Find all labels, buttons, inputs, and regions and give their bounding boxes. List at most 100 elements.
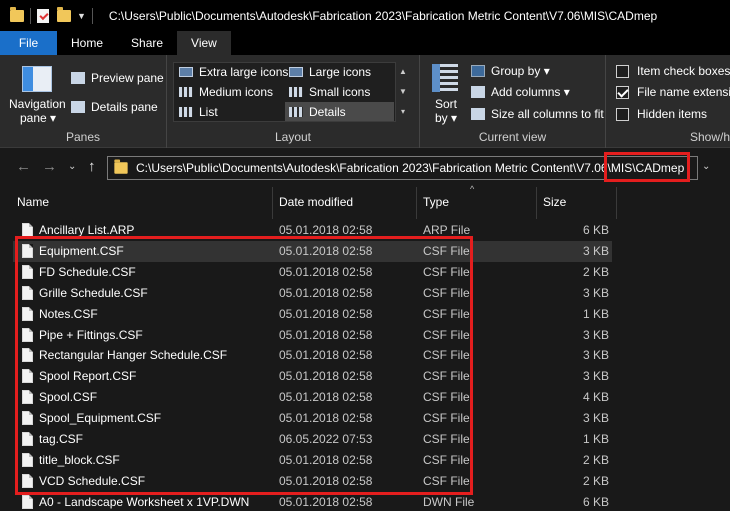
- details-pane-icon: [71, 101, 85, 113]
- details-pane-label: Details pane: [91, 100, 158, 114]
- group-by-icon: [471, 65, 485, 77]
- expand-gallery-icon[interactable]: ▾: [396, 102, 410, 122]
- address-path[interactable]: C:\Users\Public\Documents\Autodesk\Fabri…: [136, 161, 684, 175]
- size-columns-icon: [471, 108, 485, 120]
- small-icons-option[interactable]: Small icons: [289, 85, 370, 99]
- size-all-columns-label: Size all columns to fit: [491, 107, 604, 121]
- tab-view[interactable]: View: [177, 31, 231, 55]
- ribbon: Navigation pane ▾ Preview pane Details p…: [0, 55, 730, 148]
- sort-by-icon[interactable]: [432, 64, 458, 92]
- file-name-extensions-toggle[interactable]: File name extensio: [616, 85, 730, 99]
- folder-icon: [114, 159, 128, 174]
- quick-access-toolbar: ▼: [10, 6, 99, 24]
- add-columns-button[interactable]: Add columns ▾: [471, 85, 570, 99]
- back-arrow-icon[interactable]: ←: [16, 158, 31, 175]
- separator: [91, 7, 93, 24]
- window-title: C:\Users\Public\Documents\Autodesk\Fabri…: [108, 8, 658, 23]
- navigation-pane-dropdown[interactable]: pane ▾: [20, 111, 56, 125]
- up-arrow-icon[interactable]: ↑: [88, 158, 96, 175]
- column-header-name[interactable]: Name: [10, 187, 272, 219]
- file-size: 3 KB: [582, 285, 609, 300]
- large-icons-label: Large icons: [309, 65, 372, 79]
- preview-pane-icon: [71, 72, 85, 84]
- layout-group-label: Layout: [274, 130, 312, 144]
- recent-locations-chevron-down-icon[interactable]: ⌄: [68, 161, 76, 172]
- new-folder-icon[interactable]: [57, 6, 71, 22]
- extra-large-icons-option[interactable]: Extra large icons: [179, 65, 288, 79]
- column-header-size[interactable]: Size: [536, 187, 616, 219]
- medium-icons-icon: [179, 87, 193, 97]
- address-dropdown-chevron-down-icon[interactable]: ⌄: [702, 161, 710, 172]
- file-icon: [22, 494, 33, 509]
- details-icon: [289, 107, 303, 117]
- list-option[interactable]: List: [179, 105, 218, 119]
- column-header-row: Name Date modified Type Size ^: [0, 184, 730, 219]
- list-label: List: [199, 105, 218, 119]
- file-size: 3 KB: [582, 369, 609, 384]
- sort-by-button[interactable]: Sort: [435, 97, 457, 111]
- tab-file[interactable]: File: [0, 31, 57, 55]
- file-size: 2 KB: [582, 473, 609, 488]
- hidden-items-checkbox[interactable]: [616, 107, 629, 121]
- tab-home[interactable]: Home: [57, 31, 117, 55]
- separator: [30, 7, 31, 24]
- folder-icon: [10, 6, 24, 22]
- file-size: 1 KB: [582, 306, 609, 321]
- file-size: 6 KB: [582, 494, 609, 509]
- current-view-group-label: Current view: [478, 130, 547, 144]
- address-highlight-box: [604, 152, 690, 182]
- extra-large-icons-label: Extra large icons: [199, 65, 289, 79]
- customize-toolbar-chevron-down-icon[interactable]: ▼: [77, 11, 86, 21]
- details-option[interactable]: Details: [289, 105, 346, 119]
- file-size: 2 KB: [582, 452, 609, 467]
- column-divider[interactable]: [616, 187, 617, 219]
- tab-share[interactable]: Share: [117, 31, 177, 55]
- navigation-pane-button[interactable]: Navigation: [9, 97, 66, 111]
- item-check-boxes-label: Item check boxes: [637, 64, 730, 78]
- medium-icons-option[interactable]: Medium icons: [179, 85, 273, 99]
- file-name-extensions-checkbox[interactable]: [616, 85, 629, 99]
- group-by-button[interactable]: Group by ▾: [471, 64, 550, 78]
- show-hide-group: Item check boxes File name extensio Hidd…: [606, 55, 730, 148]
- show-hide-group-label: Show/h: [690, 130, 730, 144]
- file-size: 1 KB: [582, 432, 609, 446]
- sort-by-dropdown[interactable]: by ▾: [435, 111, 457, 125]
- file-size: 2 KB: [582, 264, 609, 279]
- file-size: 3 KB: [582, 243, 609, 258]
- small-icons-label: Small icons: [309, 85, 371, 99]
- properties-icon[interactable]: [37, 8, 49, 23]
- column-header-date-modified[interactable]: Date modified: [272, 187, 416, 219]
- list-icon: [179, 107, 193, 117]
- scroll-down-icon[interactable]: ▼: [396, 82, 410, 102]
- file-name-extensions-label: File name extensio: [637, 85, 730, 99]
- details-label: Details: [309, 105, 346, 119]
- details-pane-button[interactable]: Details pane: [71, 100, 158, 114]
- ribbon-tabs: File Home Share View: [0, 31, 730, 55]
- item-check-boxes-checkbox[interactable]: [616, 64, 629, 78]
- navigation-pane-icon[interactable]: [22, 66, 52, 92]
- file-size: 4 KB: [582, 390, 609, 405]
- large-icons-icon: [289, 67, 303, 77]
- extra-large-icons-icon: [179, 67, 193, 77]
- large-icons-option[interactable]: Large icons: [289, 65, 371, 79]
- preview-pane-label: Preview pane: [91, 71, 164, 85]
- forward-arrow-icon[interactable]: →: [42, 158, 57, 175]
- scroll-up-icon[interactable]: ▲: [396, 62, 410, 82]
- title-bar: ▼ C:\Users\Public\Documents\Autodesk\Fab…: [0, 0, 730, 31]
- size-all-columns-button[interactable]: Size all columns to fit: [471, 107, 604, 121]
- layout-gallery-scroll[interactable]: ▲ ▼ ▾: [396, 62, 410, 122]
- hidden-items-toggle[interactable]: Hidden items: [616, 107, 707, 121]
- file-size: 3 KB: [582, 327, 609, 342]
- sort-ascending-chevron-up-icon: ^: [470, 184, 475, 194]
- item-check-boxes-toggle[interactable]: Item check boxes: [616, 64, 730, 78]
- column-header-type[interactable]: Type: [416, 187, 536, 219]
- file-size: 6 KB: [582, 223, 609, 237]
- file-size: 3 KB: [582, 411, 609, 426]
- preview-pane-button[interactable]: Preview pane: [71, 71, 164, 85]
- file-list-highlight-box: [15, 236, 473, 495]
- add-columns-icon: [471, 86, 485, 98]
- medium-icons-label: Medium icons: [199, 85, 274, 99]
- panes-group: Navigation pane ▾ Preview pane Details p…: [0, 55, 167, 148]
- group-by-label: Group by ▾: [491, 64, 550, 78]
- file-icon: [22, 223, 33, 237]
